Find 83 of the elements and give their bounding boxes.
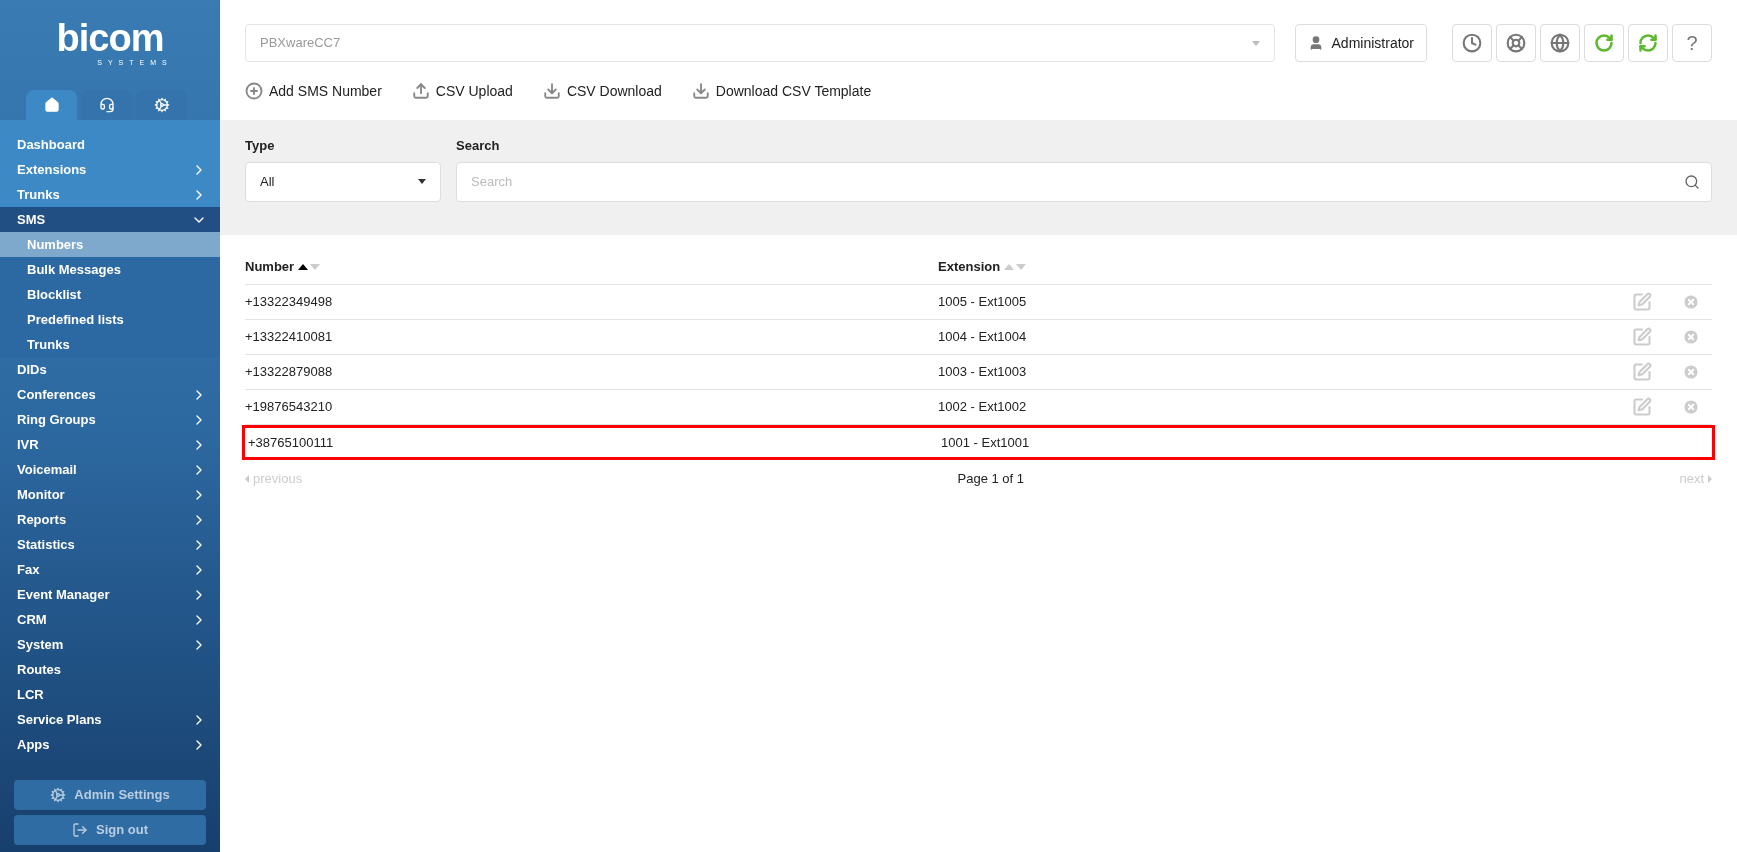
support-icon [1506, 33, 1526, 53]
settings-icon [50, 787, 67, 803]
column-header[interactable]: Extension [938, 257, 1001, 277]
sync-icon [1638, 33, 1658, 53]
delete-icon[interactable] [1682, 293, 1700, 311]
sidebar-item[interactable]: Voicemail [0, 457, 220, 482]
edit-icon[interactable] [1632, 327, 1652, 347]
sidebar-item[interactable]: Conferences [0, 382, 220, 407]
edit-icon[interactable] [1632, 292, 1652, 312]
sidebar-item[interactable]: Trunks [0, 182, 220, 207]
sync-button[interactable] [1628, 24, 1668, 62]
search-label: Search [456, 137, 501, 155]
caret-icon [1251, 40, 1260, 46]
page-indicator: Page 1 of 1 [957, 470, 1025, 489]
delete-icon[interactable] [1682, 363, 1700, 381]
column-header[interactable]: Number [245, 257, 295, 277]
download-icon [542, 82, 561, 100]
sidebar-item[interactable]: DIDs [0, 357, 220, 382]
sidebar-item[interactable]: Event Manager [0, 582, 220, 607]
table-cell-text: +13322410081 [245, 328, 334, 347]
sidebar-subitem[interactable]: Trunks [0, 332, 220, 357]
logo: bicom [56, 18, 164, 58]
sidebar-subitem[interactable]: Bulk Messages [0, 257, 220, 282]
settings-icon [153, 97, 170, 113]
toolbar-button[interactable]: Add SMS Number [245, 80, 382, 102]
upload-icon [411, 82, 430, 100]
edit-icon[interactable] [1632, 397, 1652, 417]
sidebar-item[interactable]: Monitor [0, 482, 220, 507]
sidebar-item[interactable]: LCR [0, 682, 220, 707]
sidebar-item[interactable]: Statistics [0, 532, 220, 557]
help-button[interactable]: ? [1672, 24, 1712, 62]
sidebar-item[interactable]: Fax [0, 557, 220, 582]
sidebar-item[interactable]: SMS [0, 207, 220, 232]
sidebar-tab[interactable] [81, 90, 132, 120]
search-icon [1684, 173, 1700, 190]
user-button[interactable]: Administrator [1294, 24, 1427, 62]
sidebar-item[interactable]: IVR [0, 432, 220, 457]
reload-icon [1594, 33, 1614, 53]
sidebar-item[interactable]: Extensions [0, 157, 220, 182]
admin-settings-button[interactable]: Admin Settings [14, 780, 206, 810]
sidebar-item[interactable]: CRM [0, 607, 220, 632]
table-cell-text: 1002 - Ext1002 [938, 398, 1028, 417]
download-icon [691, 82, 710, 100]
globe-button[interactable] [1540, 24, 1580, 62]
table-cell-text: 1001 - Ext1001 [941, 433, 1031, 452]
headset-icon [98, 97, 115, 113]
sign-out-button[interactable]: Sign out [14, 815, 206, 845]
sign-out-icon [72, 822, 88, 838]
table-cell-text: +13322879088 [245, 363, 334, 382]
type-label: Type [245, 137, 276, 155]
sidebar-item[interactable]: System [0, 632, 220, 657]
sidebar-item[interactable]: Routes [0, 657, 220, 682]
sidebar-item[interactable]: Ring Groups [0, 407, 220, 432]
clock-button[interactable] [1452, 24, 1492, 62]
search-field[interactable]: Search [456, 161, 1712, 202]
reload-button[interactable] [1584, 24, 1624, 62]
sidebar-subitem[interactable]: Blocklist [0, 282, 220, 307]
caret-icon [418, 179, 426, 184]
delete-icon[interactable] [1682, 328, 1700, 346]
delete-icon[interactable] [1682, 398, 1700, 416]
sidebar-item[interactable]: Dashboard [0, 132, 220, 157]
table-cell-text: 1003 - Ext1003 [938, 363, 1028, 382]
sidebar-tab[interactable] [26, 90, 77, 120]
table-cell-text: +19876543210 [245, 398, 334, 417]
type-select[interactable]: All [245, 161, 441, 202]
sidebar-item[interactable]: Apps [0, 732, 220, 757]
globe-icon [1550, 33, 1570, 53]
home-icon [43, 97, 60, 113]
clock-icon [1462, 33, 1482, 53]
table-cell-text: +13322349498 [245, 293, 334, 312]
sidebar-subitem[interactable]: Predefined lists [0, 307, 220, 332]
sidebar-tab[interactable] [136, 90, 187, 120]
toolbar-button[interactable]: CSV Upload [411, 80, 513, 102]
support-button[interactable] [1496, 24, 1536, 62]
table-cell-text: +38765100111 [248, 433, 335, 452]
sidebar-item[interactable]: Reports [0, 507, 220, 532]
table-cell-text: 1004 - Ext1004 [938, 328, 1028, 347]
sidebar-item[interactable]: Service Plans [0, 707, 220, 732]
edit-icon[interactable] [1632, 362, 1652, 382]
toolbar-button[interactable]: Download CSV Template [691, 80, 872, 102]
table-cell-text: 1005 - Ext1005 [938, 293, 1028, 312]
add-icon [245, 82, 263, 100]
toolbar-button[interactable]: CSV Download [542, 80, 662, 102]
